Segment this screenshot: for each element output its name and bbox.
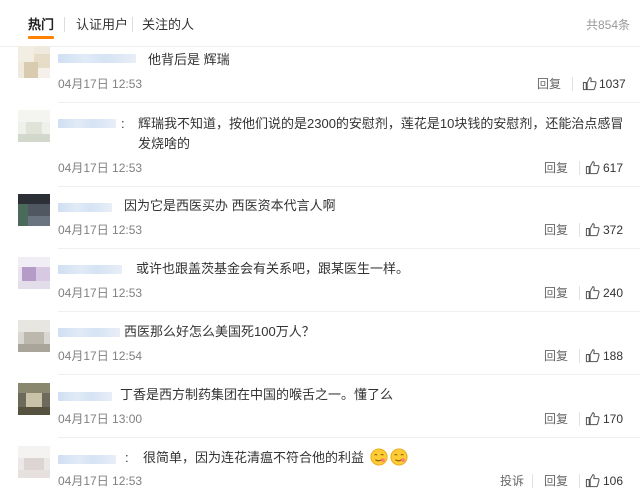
comment-timestamp: 04月17日 12:53 (58, 161, 143, 175)
like-count[interactable]: 240 (603, 286, 623, 300)
reply-button[interactable]: 回复 (544, 161, 568, 175)
like-count[interactable]: 372 (603, 223, 623, 237)
tab-hot[interactable]: 热门 (28, 17, 54, 33)
like-count[interactable]: 106 (603, 474, 623, 488)
comment-text: 西医那么好怎么美国死100万人？ (124, 324, 315, 339)
action-divider (579, 474, 580, 488)
smirk-emoji (390, 448, 408, 466)
like-count[interactable]: 170 (603, 412, 623, 426)
comment-text: 因为它是西医买办 西医资本代言人啊 (124, 198, 336, 213)
avatar[interactable] (18, 446, 50, 478)
reply-button[interactable]: 回复 (544, 223, 568, 237)
comment-text: 或许也跟盖茨基金会有关系吧，跟某医生一样。 (136, 261, 410, 276)
comment-text: 很简单，因为连花清瘟不符合他的利益 (143, 448, 408, 468)
colon-separator: : (125, 450, 129, 465)
comment-timestamp: 04月17日 12:53 (58, 474, 143, 488)
comment-divider (58, 186, 640, 187)
comment-divider (58, 248, 640, 249)
username-blurred[interactable] (58, 455, 116, 464)
username-blurred[interactable] (58, 392, 112, 401)
like-count[interactable]: 617 (603, 161, 623, 175)
reply-button[interactable]: 回复 (544, 286, 568, 300)
thumbs-up-icon[interactable] (585, 285, 600, 300)
report-button[interactable]: 投诉 (500, 474, 524, 488)
reply-button[interactable]: 回复 (537, 77, 561, 91)
comment-divider (58, 102, 640, 103)
avatar[interactable] (18, 194, 50, 226)
tab-verified-users[interactable]: 认证用户 (76, 17, 128, 33)
comment-timestamp: 04月17日 13:00 (58, 412, 143, 426)
action-divider (579, 161, 580, 175)
comment-timestamp: 04月17日 12:54 (58, 349, 143, 363)
like-count[interactable]: 1037 (599, 77, 626, 91)
comment-timestamp: 04月17日 12:53 (58, 286, 143, 300)
comment-text-body: 很简单，因为连花清瘟不符合他的利益 (143, 450, 365, 465)
comment-text: 辉瑞我不知道，按他们说的是2300的安慰剂，莲花是10块钱的安慰剂，还能治点感冒… (138, 116, 624, 151)
action-divider (579, 349, 580, 363)
comment-timestamp: 04月17日 12:53 (58, 77, 143, 91)
comment-total-count: 共854条 (585, 18, 630, 32)
tab-following[interactable]: 关注的人 (142, 17, 194, 33)
thumbs-up-icon[interactable] (585, 348, 600, 363)
comment-text: 丁香是西方制药集团在中国的喉舌之一。懂了么 (120, 387, 394, 402)
avatar[interactable] (18, 320, 50, 352)
action-divider (572, 77, 573, 91)
smirk-emoji (370, 448, 388, 466)
action-divider (579, 286, 580, 300)
like-count[interactable]: 188 (603, 349, 623, 363)
reply-button[interactable]: 回复 (544, 349, 568, 363)
thumbs-up-icon[interactable] (582, 76, 597, 91)
avatar[interactable] (18, 257, 50, 289)
username-blurred[interactable] (58, 119, 116, 128)
comment-text: 他背后是 辉瑞 (148, 52, 230, 67)
tab-divider (64, 17, 65, 32)
comment-tabs: 热门 认证用户 关注的人 共854条 (0, 0, 640, 47)
action-divider (579, 223, 580, 237)
action-divider (579, 412, 580, 426)
username-blurred[interactable] (58, 265, 122, 274)
username-blurred[interactable] (58, 328, 120, 337)
avatar[interactable] (18, 110, 50, 142)
action-divider (532, 474, 533, 488)
thumbs-up-icon[interactable] (585, 160, 600, 175)
active-tab-indicator (28, 36, 54, 39)
colon-separator: : (121, 116, 125, 131)
thumbs-up-icon[interactable] (585, 222, 600, 237)
username-blurred[interactable] (58, 203, 112, 212)
thumbs-up-icon[interactable] (585, 473, 600, 488)
comment-divider (58, 311, 640, 312)
comment-divider (58, 437, 640, 438)
comment-divider (58, 374, 640, 375)
comment-timestamp: 04月17日 12:53 (58, 223, 143, 237)
tab-divider (132, 17, 133, 32)
username-blurred[interactable] (58, 54, 136, 63)
reply-button[interactable]: 回复 (544, 474, 568, 488)
reply-button[interactable]: 回复 (544, 412, 568, 426)
avatar[interactable] (18, 46, 50, 78)
avatar[interactable] (18, 383, 50, 415)
thumbs-up-icon[interactable] (585, 411, 600, 426)
